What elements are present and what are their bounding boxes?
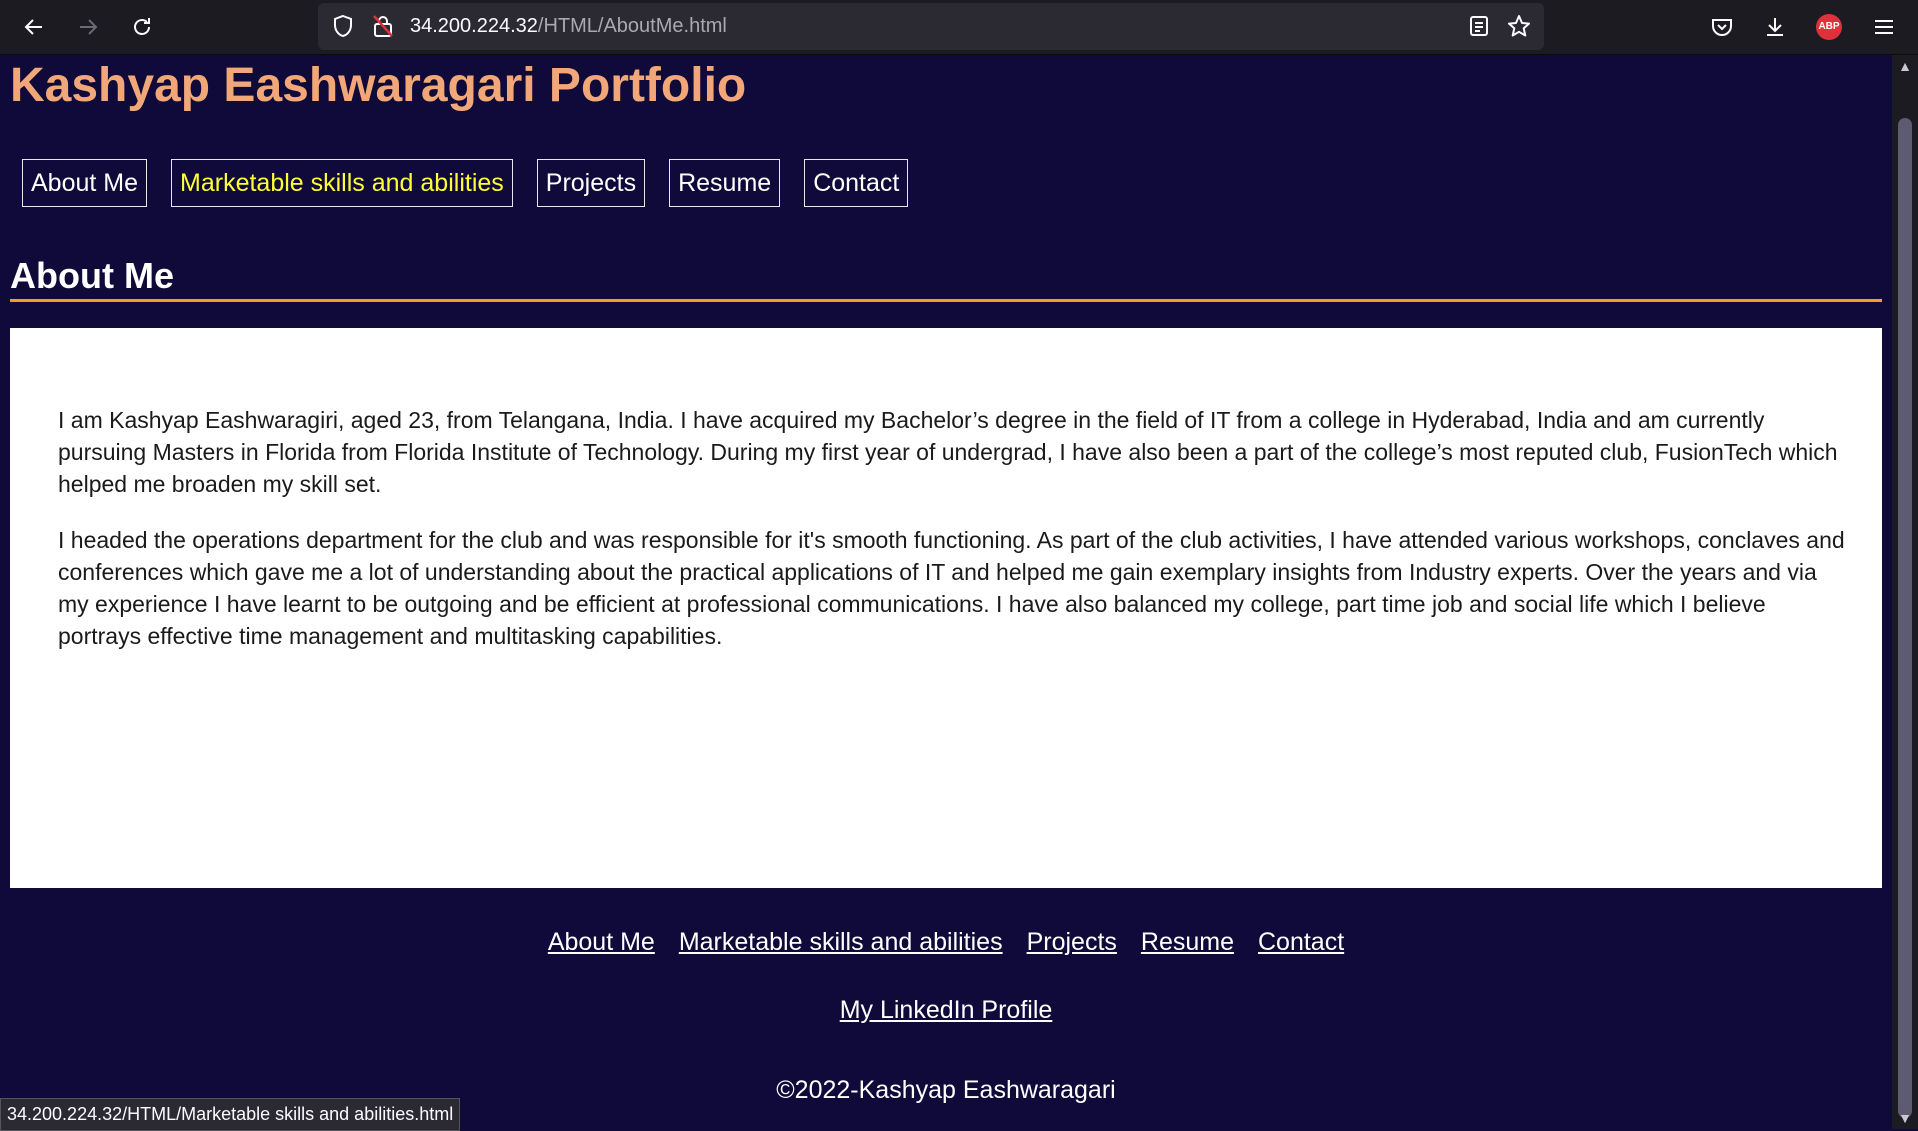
footer-link-resume[interactable]: Resume: [1141, 928, 1234, 957]
linkedin-row: My LinkedIn Profile: [0, 996, 1892, 1025]
footer-link-projects[interactable]: Projects: [1027, 928, 1117, 957]
nav-contact[interactable]: Contact: [804, 159, 909, 207]
linkedin-link[interactable]: My LinkedIn Profile: [840, 996, 1053, 1024]
url-text[interactable]: 34.200.224.32/HTML/AboutMe.html: [410, 15, 727, 38]
footer-nav: About Me Marketable skills and abilities…: [0, 928, 1892, 957]
url-host: 34.200.224.32: [410, 15, 538, 37]
nav-resume[interactable]: Resume: [669, 159, 781, 207]
menu-icon[interactable]: [1864, 7, 1904, 47]
about-paragraph-1: I am Kashyap Eashwaragiri, aged 23, from…: [58, 407, 1838, 497]
link-status-tooltip: 34.200.224.32/HTML/Marketable skills and…: [0, 1098, 461, 1131]
section-heading: About Me: [10, 255, 1882, 302]
shield-icon[interactable]: [330, 13, 356, 39]
nav-marketable-skills[interactable]: Marketable skills and abilities: [171, 159, 513, 207]
reader-view-icon[interactable]: [1466, 13, 1492, 39]
pocket-icon[interactable]: [1702, 7, 1742, 47]
footer-link-about-me[interactable]: About Me: [548, 928, 655, 957]
reload-icon[interactable]: [122, 7, 162, 47]
scrollbar-thumb[interactable]: [1898, 118, 1912, 1118]
scroll-down-icon[interactable]: ▼: [1892, 1107, 1918, 1129]
main-nav: About Me Marketable skills and abilities…: [22, 159, 909, 207]
nav-about-me[interactable]: About Me: [22, 159, 148, 207]
nav-projects[interactable]: Projects: [536, 159, 646, 207]
forward-icon[interactable]: [68, 7, 108, 47]
footer-link-marketable-skills[interactable]: Marketable skills and abilities: [679, 928, 1003, 957]
lock-warning-icon[interactable]: [370, 13, 396, 39]
page-content: Kashyap Eashwaragari Portfolio About Me …: [0, 55, 1892, 1129]
scroll-up-icon[interactable]: ▲: [1892, 55, 1918, 77]
abp-badge: ABP: [1816, 14, 1842, 40]
site-title: Kashyap Eashwaragari Portfolio: [10, 59, 747, 112]
about-content-box: I am Kashyap Eashwaragiri, aged 23, from…: [10, 328, 1882, 888]
url-path: /HTML/AboutMe.html: [537, 15, 727, 37]
url-bar[interactable]: 34.200.224.32/HTML/AboutMe.html: [318, 3, 1544, 50]
adblock-plus-icon[interactable]: ABP: [1809, 7, 1849, 47]
bookmark-star-icon[interactable]: [1506, 13, 1532, 39]
back-icon[interactable]: [14, 7, 54, 47]
about-paragraph-2: I headed the operations department for t…: [58, 527, 1845, 649]
footer-link-contact[interactable]: Contact: [1258, 928, 1344, 957]
scrollbar[interactable]: ▲ ▼: [1892, 55, 1918, 1129]
download-icon[interactable]: [1755, 7, 1795, 47]
browser-toolbar: 34.200.224.32/HTML/AboutMe.html ABP: [0, 0, 1918, 55]
